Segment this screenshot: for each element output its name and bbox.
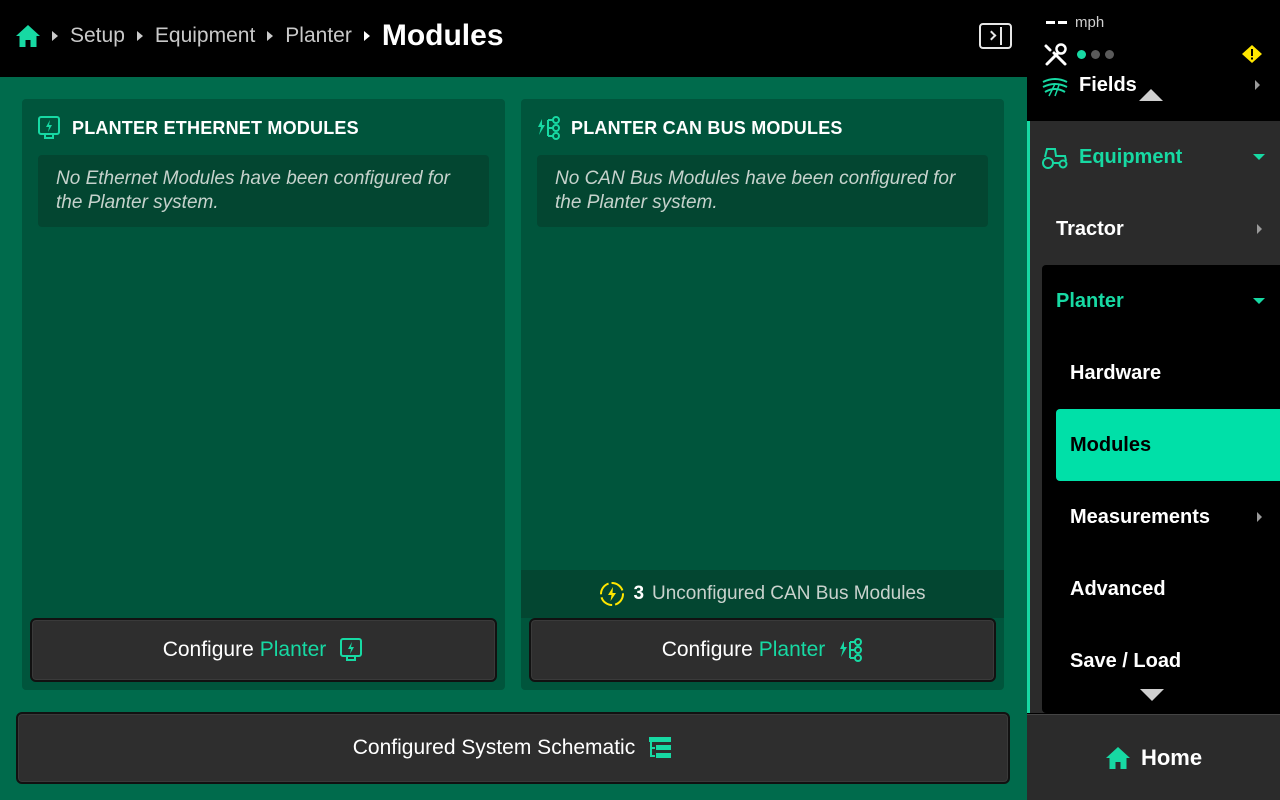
panel-divider-icon	[1000, 27, 1002, 45]
sidebar-item-modules[interactable]: Modules	[1056, 409, 1280, 481]
planter-label: Planter	[1056, 289, 1124, 312]
ethernet-modules-card: PLANTER ETHERNET MODULES No Ethernet Mod…	[22, 99, 505, 690]
configure-label: Configure	[661, 638, 753, 661]
chevron-right-icon	[1257, 512, 1262, 522]
chevron-down-icon	[1253, 154, 1265, 160]
breadcrumb-planter[interactable]: Planter	[285, 24, 352, 48]
chevron-right-icon	[136, 31, 143, 41]
fields-icon	[1042, 78, 1068, 97]
scroll-up-icon[interactable]	[1139, 89, 1163, 101]
breadcrumb: Setup Equipment Planter Modules	[52, 0, 504, 72]
sidebar-item-hardware[interactable]: Hardware	[1056, 337, 1280, 409]
tools-icon[interactable]	[1043, 42, 1069, 68]
sidebar-item-measurements[interactable]: Measurements	[1056, 481, 1280, 553]
sidebar-item-planter[interactable]: Planter	[1042, 265, 1280, 337]
page-dot	[1091, 50, 1100, 59]
chevron-right-icon	[52, 31, 58, 41]
modules-label: Modules	[1070, 433, 1152, 456]
speed-readout: mph	[1046, 14, 1104, 31]
tractor-icon	[1042, 148, 1068, 169]
page-title: Modules	[381, 19, 504, 52]
panel-toggle-button[interactable]	[979, 23, 1012, 49]
scroll-down-icon[interactable]	[1140, 689, 1164, 701]
sidebar-item-advanced[interactable]: Advanced	[1056, 553, 1280, 625]
chevron-right-icon	[1255, 80, 1260, 90]
ethernet-module-icon	[340, 638, 363, 661]
main-content: PLANTER ETHERNET MODULES No Ethernet Mod…	[0, 77, 1027, 800]
unconfigured-modules-notice[interactable]: 3 Unconfigured CAN Bus Modules	[521, 570, 1004, 618]
fields-label: Fields	[1079, 73, 1137, 96]
breadcrumb-equipment[interactable]: Equipment	[155, 24, 255, 48]
speed-placeholder-dash	[1058, 21, 1067, 24]
top-bar: Setup Equipment Planter Modules	[0, 0, 1027, 77]
planter-submenu: Planter Hardware Modules Measurements Ad…	[1042, 265, 1280, 713]
page-dot-active	[1077, 50, 1086, 59]
canbus-card-header: PLANTER CAN BUS MODULES	[535, 115, 843, 141]
unconfigured-label: Unconfigured CAN Bus Modules	[652, 583, 926, 604]
home-icon[interactable]	[15, 23, 41, 49]
page-indicator	[1077, 50, 1119, 59]
canbus-card-title: PLANTER CAN BUS MODULES	[571, 117, 843, 138]
page-dot	[1105, 50, 1114, 59]
speed-placeholder-dash	[1046, 21, 1055, 24]
sidebar-item-equipment[interactable]: Equipment	[1030, 121, 1280, 193]
schematic-icon	[649, 737, 672, 758]
warning-icon[interactable]	[1241, 44, 1263, 64]
equipment-label: Equipment	[1079, 145, 1183, 168]
ethernet-empty-state: No Ethernet Modules have been configured…	[38, 155, 489, 227]
canbus-module-icon	[538, 116, 560, 140]
canbus-module-icon	[840, 638, 863, 662]
system-schematic-button[interactable]: Configured System Schematic	[16, 712, 1010, 784]
planter-label: Planter	[758, 638, 826, 661]
chevron-right-icon	[1257, 224, 1262, 234]
configure-canbus-button[interactable]: Configure Planter	[529, 618, 996, 682]
right-sidebar: mph Fields Equipment Tractor Planter Har…	[1027, 0, 1280, 800]
sidebar-nav: Equipment Tractor Planter Hardware Modul…	[1027, 121, 1280, 713]
hardware-label: Hardware	[1070, 361, 1162, 384]
chevron-right-icon	[267, 31, 274, 41]
configure-label: Configure	[162, 638, 254, 661]
save-load-label: Save / Load	[1070, 649, 1182, 672]
home-icon	[1105, 746, 1130, 769]
speed-unit: mph	[1075, 14, 1105, 31]
unconfigured-count: 3	[633, 583, 645, 604]
sidebar-item-save-load[interactable]: Save / Load	[1056, 625, 1280, 697]
canbus-empty-state: No CAN Bus Modules have been configured …	[537, 155, 988, 227]
planter-label: Planter	[259, 638, 327, 661]
sidebar-item-tractor[interactable]: Tractor	[1030, 193, 1280, 265]
schematic-label: Configured System Schematic	[352, 736, 636, 759]
chevron-right-icon	[363, 31, 370, 41]
home-button[interactable]: Home	[1027, 714, 1280, 800]
chevron-right-icon	[986, 30, 997, 41]
canbus-empty-message: No CAN Bus Modules have been configured …	[555, 168, 956, 213]
unconfigured-warning-icon	[600, 582, 625, 606]
measurements-label: Measurements	[1070, 505, 1211, 528]
configure-ethernet-button[interactable]: Configure Planter	[30, 618, 497, 682]
chevron-down-icon	[1253, 298, 1265, 304]
advanced-label: Advanced	[1070, 577, 1166, 600]
tractor-label: Tractor	[1056, 217, 1124, 240]
ethernet-card-title: PLANTER ETHERNET MODULES	[72, 117, 359, 138]
canbus-modules-card: PLANTER CAN BUS MODULES No CAN Bus Modul…	[521, 99, 1004, 690]
home-label: Home	[1140, 744, 1203, 770]
breadcrumb-setup[interactable]: Setup	[70, 24, 125, 48]
ethernet-empty-message: No Ethernet Modules have been configured…	[56, 168, 450, 213]
ethernet-card-header: PLANTER ETHERNET MODULES	[36, 115, 359, 141]
sidebar-item-fields[interactable]: Fields	[1041, 72, 1137, 98]
ethernet-module-icon	[38, 116, 60, 139]
